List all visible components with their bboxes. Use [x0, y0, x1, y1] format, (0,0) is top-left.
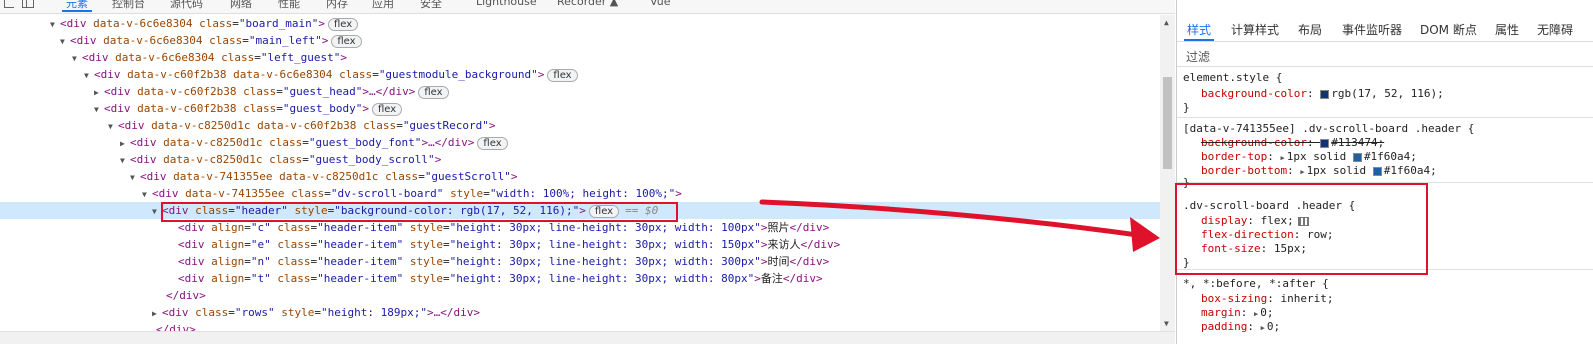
annotation-arrow-icon	[759, 199, 1160, 252]
